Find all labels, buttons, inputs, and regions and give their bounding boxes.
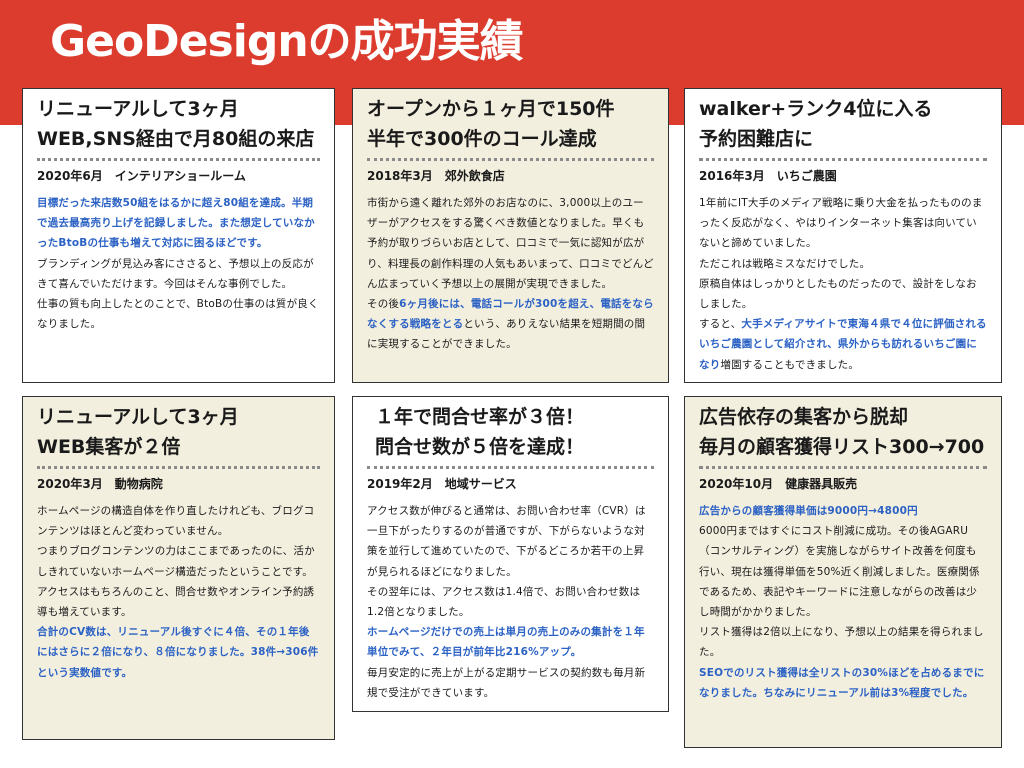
card-paragraph: SEOでのリスト獲得は全リストの30%ほどを占めるまでになりました。ちなみにリニ… [699,666,985,699]
card-paragraph: ホームページだけでの売上は単月の売上のみの集計を１年単位でみて、２年目が前年比2… [367,626,645,659]
case-card-suburban-restaurant: オープンから１ヶ月で150件 半年で300件のコール達成 2018年3月 郊外飲… [352,88,669,383]
dotted-divider [37,466,320,469]
dotted-divider [367,466,654,469]
card-title-line-2: 毎月の顧客獲得リスト300→700 [699,436,985,458]
card-date-category: 2019年2月 地域サービス [367,477,517,491]
card-body: 1年前にIT大手のメディア戦略に乗り大金を払ったもののまったく反応がなく、やはり… [699,193,987,375]
case-card-interior-showroom: リニューアルして3ヶ月 WEB,SNS経由で月80組の来店 2020年6月 イン… [22,88,335,383]
dotted-divider [699,158,987,161]
card-paragraph: その翌年には、アクセス数は1.4倍で、お問い合わせ数は1.2倍となりました。 [367,585,641,619]
card-title-line-2: 半年で300件のコール達成 [367,128,597,150]
card-paragraph: すると、大手メディアサイトで東海４県で４位に評価されるいちご農園として紹介され、… [699,314,987,375]
body-text: その後 [367,298,400,311]
card-title-line-1: 広告依存の集客から脱却 [699,406,909,428]
card-body: アクセス数が伸びると通常は、お問い合わせ率（CVR）は一旦下がったりするのが普通… [367,501,654,703]
card-paragraph: つまりブログコンテンツの力はここまであったのに、活かしきれていないホームページ構… [37,545,315,578]
card-title-line-2: WEB,SNS経由で月80組の来店 [37,128,315,150]
card-paragraph: ブランディングが見込み客にささると、予想以上の反応がきて喜んでいただけます。今回… [37,257,314,290]
case-card-health-equipment: 広告依存の集客から脱却 毎月の顧客獲得リスト300→700 2020年10月 健… [684,396,1002,748]
card-date-category: 2016年3月 いちご農園 [699,169,837,183]
body-text: すると、 [699,318,742,331]
card-title-line-1: リニューアルして3ヶ月 [37,406,239,428]
card-paragraph: 広告からの顧客獲得単価は9000円→4800円 [699,505,918,517]
card-paragraph: リスト獲得は2倍以上になり、予想以上の結果を得られました。 [699,626,984,659]
card-body: ホームページの構造自体を作り直したけれども、ブログコンテンツはほとんど変わってい… [37,501,320,683]
card-paragraph: アクセスはもちろんのこと、問合せ数やオンライン予約誘導も増えています。 [37,585,315,619]
card-body: 目標だった来店数50組をはるかに超え80組を達成。半期で過去最高売り上げを記録し… [37,193,320,334]
card-title-line-1: １年で問合せ率が３倍！ [375,406,585,428]
card-title-line-2: 予約困難店に [699,128,814,150]
page-title: GeoDesignの成功実績 [50,16,524,67]
dotted-divider [699,466,987,469]
card-paragraph: 毎月安定的に売上が上がる定期サービスの契約数も毎月新規で受注ができています。 [367,666,646,699]
card-body: 広告からの顧客獲得単価は9000円→4800円 6000円まではすぐにコスト削減に… [699,501,987,703]
card-paragraph: その後6ヶ月後には、電話コールが300を超え、電話をならなくする戦略をとるという… [367,294,654,355]
dotted-divider [367,158,654,161]
card-paragraph: 6000円まではすぐにコスト削減に成功。その後AGARU（コンサルティング）を実… [699,525,980,619]
card-paragraph: 目標だった来店数50組をはるかに超え80組を達成。半期で過去最高売り上げを記録し… [37,197,315,250]
case-card-strawberry-farm: walker+ランク4位に入る 予約困難店に 2016年3月 いちご農園 1年前… [684,88,1002,383]
case-card-local-service: １年で問合せ率が３倍！ 問合せ数が５倍を達成！ 2019年2月 地域サービス ア… [352,396,669,712]
dotted-divider [37,158,320,161]
card-paragraph: 合計のCV数は、リニューアル後すぐに４倍、その１年後にはさらに２倍になり、８倍に… [37,626,319,679]
card-paragraph: アクセス数が伸びると通常は、お問い合わせ率（CVR）は一旦下がったりするのが普通… [367,505,646,578]
card-paragraph: ただこれは戦略ミスなだけでした。 [699,257,871,270]
card-paragraph: 仕事の質も向上したとのことで、BtoBの仕事のは質が良くなりました。 [37,298,319,331]
card-title-line-1: walker+ランク4位に入る [699,98,933,120]
card-paragraph: 市街から遠く離れた郊外のお店なのに、3,000以上のユーザーがアクセスをする驚く… [367,197,654,290]
card-title-line-2: 問合せ数が５倍を達成！ [375,436,585,458]
card-title-line-2: WEB集客が２倍 [37,436,181,458]
card-paragraph: 原稿自体はしっかりとしたものだったので、設計をしなおしました。 [699,277,977,311]
body-text: 増園することもできました。 [720,358,860,371]
case-card-animal-hospital: リニューアルして3ヶ月 WEB集客が２倍 2020年3月 動物病院 ホームページ… [22,396,335,740]
card-paragraph: ホームページの構造自体を作り直したけれども、ブログコンテンツはほとんど変わってい… [37,505,315,538]
card-date-category: 2020年3月 動物病院 [37,477,163,491]
card-paragraph: 1年前にIT大手のメディア戦略に乗り大金を払ったもののまったく反応がなく、やはり… [699,197,983,250]
card-body: 市街から遠く離れた郊外のお店なのに、3,000以上のユーザーがアクセスをする驚く… [367,193,654,355]
card-title-line-1: リニューアルして3ヶ月 [37,98,239,120]
card-date-category: 2020年6月 インテリアショールーム [37,169,246,183]
card-date-category: 2020年10月 健康器具販売 [699,477,858,491]
card-date-category: 2018年3月 郊外飲食店 [367,169,505,183]
card-title-line-1: オープンから１ヶ月で150件 [367,98,615,120]
